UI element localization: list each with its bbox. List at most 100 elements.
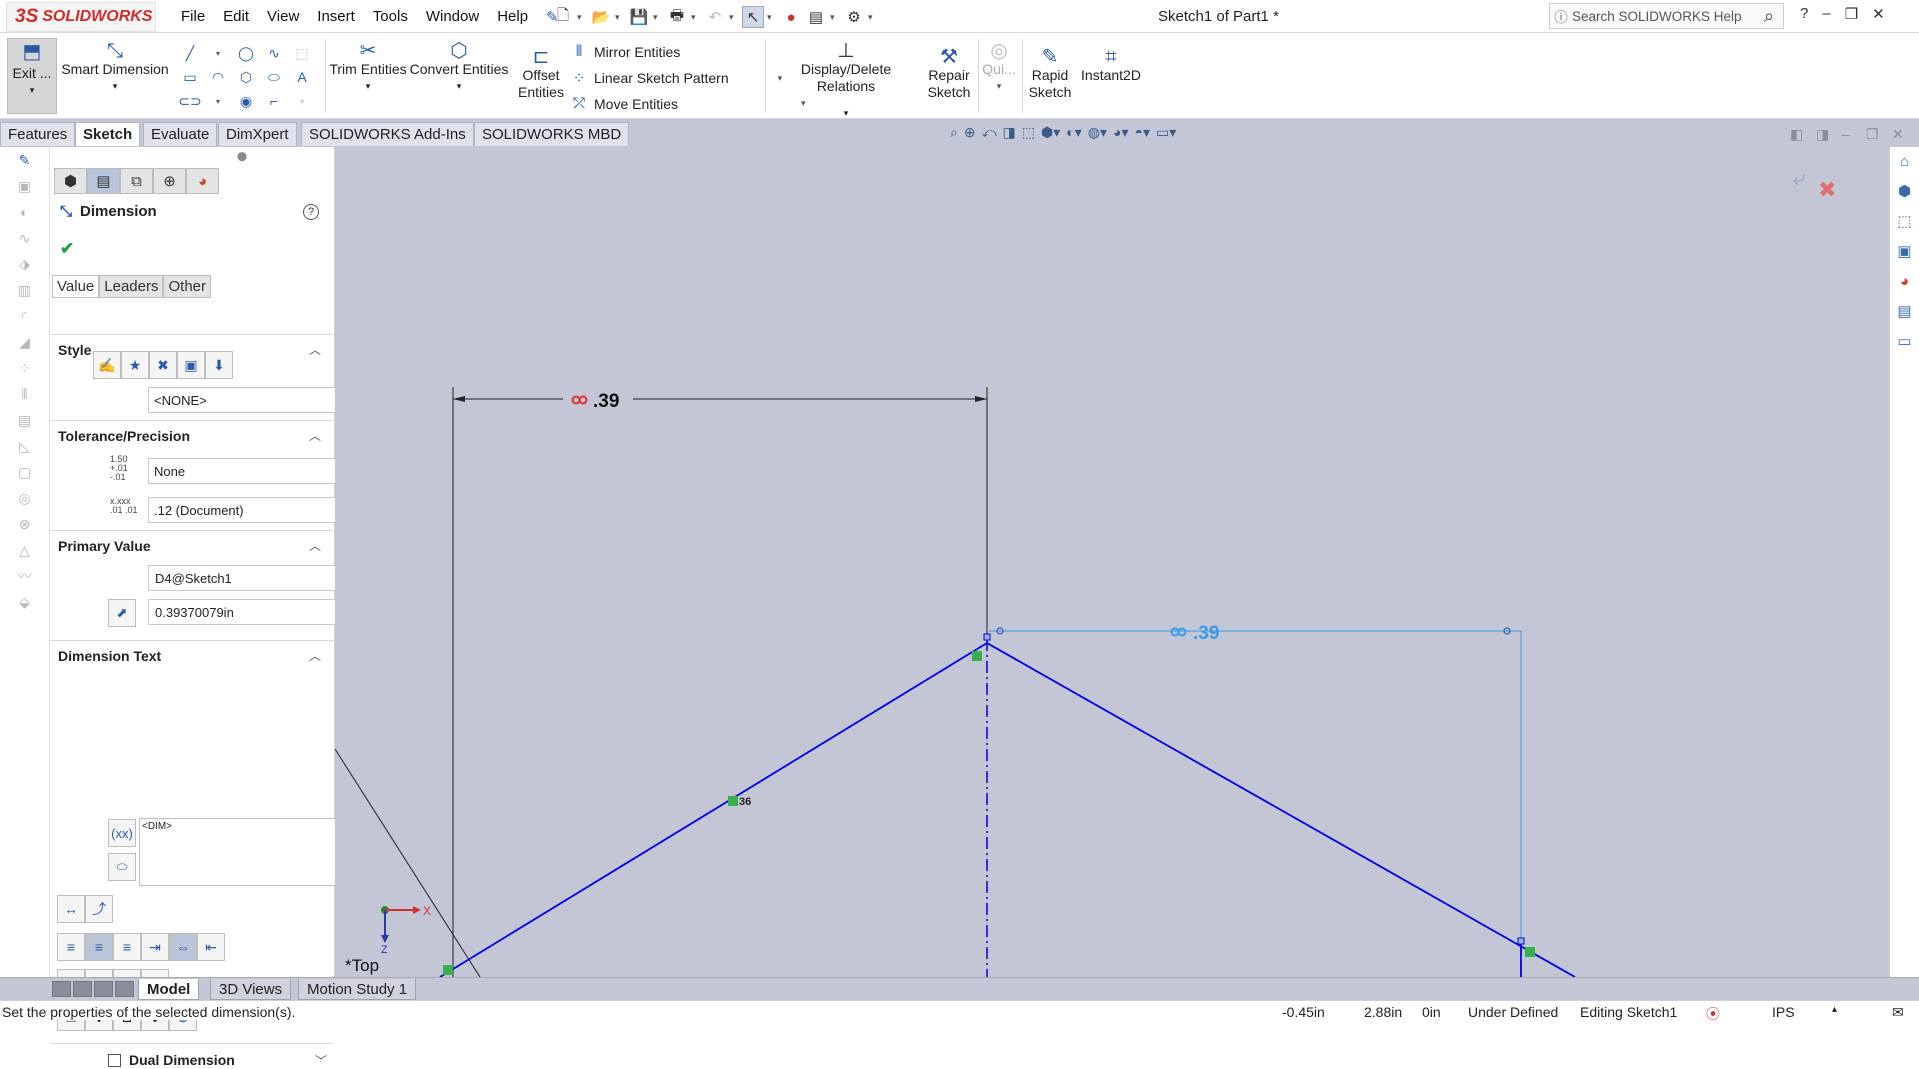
- smart-dimension-button[interactable]: ⤡ Smart Dimension ▾: [61, 41, 169, 95]
- text-icon[interactable]: A: [288, 65, 316, 89]
- new-document-icon[interactable]: 🗋: [552, 6, 574, 28]
- unit-system[interactable]: IPS: [1772, 1004, 1795, 1020]
- display-manager-tab-icon[interactable]: ◕: [186, 168, 219, 194]
- collapse-chevron-icon[interactable]: ︿: [309, 427, 321, 444]
- save-icon[interactable]: 💾: [628, 6, 650, 28]
- cancel-corner-icon[interactable]: ✖: [1818, 177, 1836, 202]
- instant2d-button[interactable]: ⌗ Instant2D: [1078, 47, 1144, 84]
- pattern-feature-icon[interactable]: ⁘: [0, 355, 49, 381]
- trim-dropdown-icon[interactable]: ▾: [366, 78, 371, 95]
- apply-scene-icon[interactable]: ◓▾: [1134, 124, 1149, 141]
- align-center-icon[interactable]: ≡: [85, 933, 113, 961]
- delete-style-icon[interactable]: ✖: [149, 351, 177, 379]
- resources-icon[interactable]: ⬢: [1890, 177, 1919, 207]
- zoom-area-icon[interactable]: ⊕: [964, 124, 976, 141]
- menu-window[interactable]: Window: [417, 8, 488, 25]
- help-icon[interactable]: ?: [303, 204, 319, 220]
- last-tab-icon[interactable]: [115, 981, 134, 997]
- tab-3d-views[interactable]: 3D Views: [210, 979, 292, 1000]
- dimension-label-top[interactable]: .39: [593, 391, 619, 412]
- relation-icon[interactable]: [443, 965, 453, 975]
- collapse-chevron-icon[interactable]: ︿: [309, 341, 321, 358]
- ellipse-icon[interactable]: ⬭: [260, 65, 288, 89]
- reference-geometry-icon[interactable]: △: [0, 537, 49, 563]
- reverse-direction-icon[interactable]: ⬈: [108, 599, 136, 627]
- extrude-icon[interactable]: ▣: [0, 173, 49, 199]
- revolve-icon[interactable]: ◐: [0, 199, 49, 225]
- menu-tools[interactable]: Tools: [364, 8, 417, 25]
- rebuild-traffic-light-icon[interactable]: ●: [780, 6, 802, 28]
- point-icon[interactable]: ◉: [232, 89, 260, 113]
- primary-value-section-header[interactable]: Primary Value ︿: [50, 530, 333, 556]
- display-style-icon[interactable]: ◐▾: [1066, 124, 1081, 141]
- view-settings-icon[interactable]: ▭▾: [1156, 124, 1176, 141]
- boundary-icon[interactable]: ▥: [0, 277, 49, 303]
- prev-tab-icon[interactable]: [73, 981, 92, 997]
- dual-dimension-checkbox[interactable]: [108, 1053, 121, 1067]
- sweep-icon[interactable]: ∿: [0, 225, 49, 251]
- tab-scroll-arrows[interactable]: [52, 981, 134, 997]
- solidworks-logo[interactable]: 3S SOLIDWORKS: [6, 2, 156, 32]
- tab-sketch[interactable]: Sketch: [75, 122, 141, 146]
- open-dropdown-icon[interactable]: ▾: [615, 12, 625, 23]
- forum-icon[interactable]: ▭: [1890, 327, 1919, 357]
- leader-top-icon[interactable]: ⇥: [141, 933, 169, 961]
- menu-edit[interactable]: Edit: [214, 8, 258, 25]
- dimension-text-section-header[interactable]: Dimension Text ︿: [50, 640, 333, 666]
- collapse-chevron-icon[interactable]: ︿: [309, 647, 321, 664]
- slot-icon[interactable]: ⊂⊃: [176, 89, 204, 113]
- edit-appearance-icon[interactable]: ◕▾: [1113, 124, 1128, 141]
- subtab-value[interactable]: Value: [52, 275, 100, 298]
- center-dimension-icon[interactable]: ↔: [57, 895, 85, 923]
- open-folder-icon[interactable]: 📂: [590, 6, 612, 28]
- leader-bottom-icon[interactable]: ⇤: [197, 933, 225, 961]
- options-gear-icon[interactable]: ⚙: [843, 6, 865, 28]
- close-icon[interactable]: ✕: [1872, 5, 1885, 23]
- tab-mbd[interactable]: SOLIDWORKS MBD: [474, 122, 630, 146]
- polygon-icon[interactable]: ⬡: [232, 65, 260, 89]
- line-dd-icon[interactable]: ▾: [204, 41, 232, 65]
- file-properties-icon[interactable]: ▤: [805, 6, 827, 28]
- collapse-chevron-icon[interactable]: ︿: [309, 537, 321, 554]
- new-dropdown-icon[interactable]: ▾: [577, 12, 587, 23]
- properties-dropdown-icon[interactable]: ▾: [830, 12, 840, 23]
- construction-icon[interactable]: ⬚: [288, 41, 316, 65]
- quick-snaps-button[interactable]: ◎ Qui... ▾: [981, 41, 1017, 95]
- circle-icon[interactable]: ◯: [232, 41, 260, 65]
- exit-dropdown-icon[interactable]: ▾: [30, 82, 35, 99]
- save-style-icon[interactable]: ▣: [177, 351, 205, 379]
- dynamic-annotation-icon[interactable]: ⬚: [1022, 124, 1035, 141]
- custom-properties-icon[interactable]: ▤: [1890, 297, 1919, 327]
- configuration-manager-tab-icon[interactable]: ⧉: [120, 168, 153, 194]
- trim-entities-button[interactable]: ✂ Trim Entities ▾: [327, 41, 409, 95]
- section-view-icon[interactable]: ◨: [1003, 124, 1016, 141]
- tolerance-section-header[interactable]: Tolerance/Precision ︿: [50, 420, 333, 446]
- shell-icon[interactable]: ▢: [0, 459, 49, 485]
- sketch-endpoint[interactable]: [983, 633, 991, 641]
- relation-icon[interactable]: [972, 651, 982, 661]
- align-left-icon[interactable]: ≡: [57, 933, 85, 961]
- zoom-to-fit-icon[interactable]: ⌕: [950, 124, 958, 141]
- chamfer-icon[interactable]: ◢: [0, 329, 49, 355]
- line-icon[interactable]: ╱: [176, 41, 204, 65]
- menu-help[interactable]: Help: [488, 8, 537, 25]
- minimize-icon[interactable]: –: [1822, 5, 1830, 23]
- sketch-endpoint[interactable]: [1517, 937, 1525, 945]
- spline-icon[interactable]: ∿: [260, 41, 288, 65]
- convert-entities-button[interactable]: ⬡ Convert Entities ▾: [409, 41, 509, 95]
- rectangle-icon[interactable]: ▭: [176, 65, 204, 89]
- add-parentheses-icon[interactable]: (xx): [108, 819, 136, 847]
- arc-icon[interactable]: ◠: [204, 65, 232, 89]
- feature-manager-tab-icon[interactable]: ⬢: [54, 168, 87, 194]
- chat-icon[interactable]: ✉: [1892, 1004, 1904, 1021]
- first-tab-icon[interactable]: [52, 981, 71, 997]
- restore-icon[interactable]: ❐: [1845, 5, 1858, 23]
- apply-style-icon[interactable]: ✍: [93, 351, 121, 379]
- tab-features[interactable]: Features: [0, 122, 76, 146]
- viewport-restore-icon[interactable]: ❐: [1866, 126, 1879, 143]
- convert-dropdown-icon[interactable]: ▾: [457, 78, 462, 95]
- draft-icon[interactable]: ◺: [0, 433, 49, 459]
- menu-view[interactable]: View: [258, 8, 308, 25]
- viewport-close-icon[interactable]: ✕: [1892, 126, 1904, 143]
- sketch-line-left[interactable]: [439, 642, 988, 977]
